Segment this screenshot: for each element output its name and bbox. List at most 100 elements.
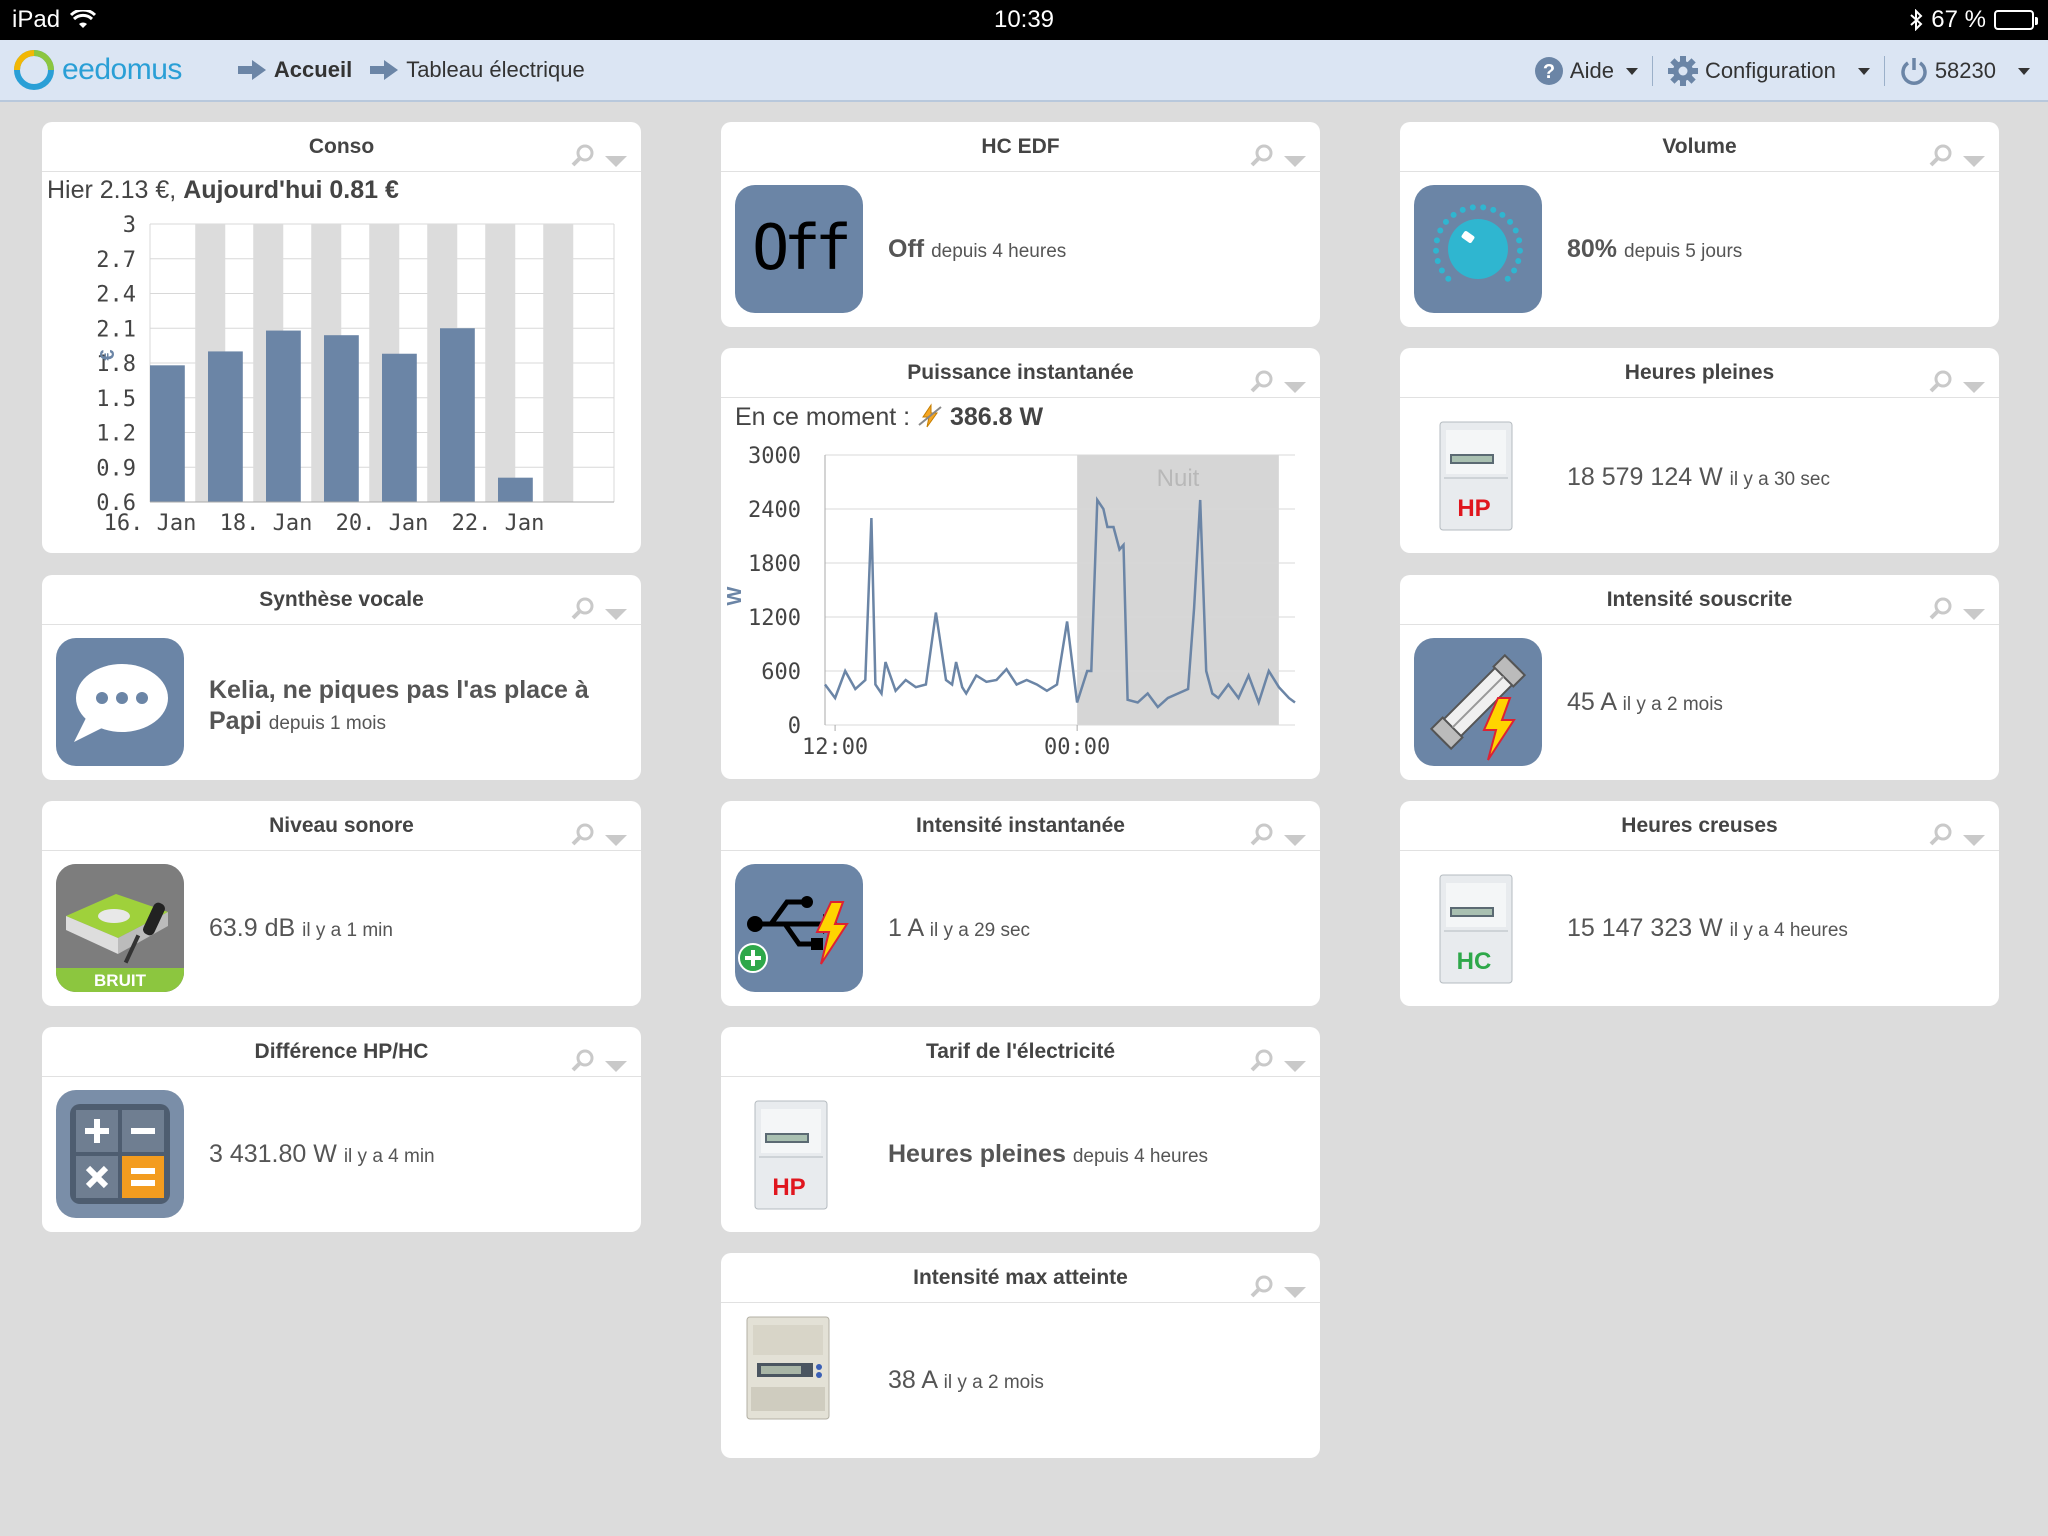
search-icon[interactable]	[1250, 136, 1274, 186]
card-tools	[1250, 1267, 1306, 1317]
x-tick-label: 00:00	[1044, 735, 1110, 760]
search-icon[interactable]	[1250, 1041, 1274, 1091]
chevron-down-icon[interactable]	[605, 155, 627, 167]
help-menu[interactable]: ? Aide	[1534, 56, 1638, 86]
breadcrumb-accueil[interactable]: Accueil	[237, 57, 353, 83]
conso-summary: Hier 2.13 €, Aujourd'hui 0.81 €	[47, 176, 399, 205]
chevron-down-icon[interactable]	[1963, 155, 1985, 167]
card-title-text: Volume	[1662, 135, 1737, 158]
niveau-value: 63.9 dB il y a 1 min	[209, 914, 393, 943]
eedomus-logo[interactable]: eedomus	[12, 48, 182, 92]
bar	[498, 477, 533, 502]
chevron-down-icon[interactable]	[1963, 381, 1985, 393]
card-title-text: Niveau sonore	[269, 814, 414, 837]
hp-badge: HP	[1457, 495, 1490, 522]
configuration-label: Configuration	[1704, 58, 1836, 83]
bar	[382, 353, 417, 502]
card-tools	[571, 589, 627, 639]
account-menu[interactable]: 58230	[1899, 56, 2030, 86]
bluetooth-icon	[1910, 9, 1923, 31]
hp-badge: HP	[772, 1174, 805, 1201]
y-tick-label: 600	[761, 660, 801, 685]
chevron-down-icon[interactable]	[605, 1060, 627, 1072]
y-tick-label: 2.4	[96, 283, 136, 308]
chevron-down-icon[interactable]	[1284, 1286, 1306, 1298]
night-label: Nuit	[1157, 465, 1200, 492]
puissance-line-chart: Nuit 3000 2400 1800 1200 600 012:00 00:00 W	[724, 444, 1296, 760]
card-synthese-vocale: Synthèse vocale Kelia, ne piques pas l'a…	[42, 575, 641, 780]
card-title-text: Heures pleines	[1624, 361, 1775, 384]
logo-ring-icon	[14, 50, 54, 90]
niveau-since: il y a 1 min	[302, 920, 393, 941]
card-title-text: Conso	[308, 135, 375, 158]
intmax-value-text: 38 A	[888, 1366, 937, 1394]
card-tools	[1929, 136, 1985, 186]
search-icon[interactable]	[1250, 362, 1274, 412]
search-icon[interactable]	[1929, 362, 1953, 412]
breadcrumb-tableau[interactable]: Tableau électrique	[370, 57, 585, 83]
chevron-down-icon[interactable]	[1284, 1060, 1306, 1072]
bar	[440, 328, 475, 502]
search-icon[interactable]	[1929, 136, 1953, 186]
search-icon[interactable]	[1929, 589, 1953, 639]
chevron-down-icon[interactable]	[1284, 155, 1306, 167]
search-icon[interactable]	[571, 589, 595, 639]
y-tick-label: 2.7	[96, 248, 136, 273]
card-title: HC EDF	[721, 122, 1320, 172]
chevron-down-icon[interactable]	[1284, 834, 1306, 846]
nav-right: ? Aide Configuration 58230	[1534, 40, 2030, 102]
hc-value-text: 15 147 323 W	[1567, 914, 1723, 942]
bar	[150, 365, 185, 502]
search-icon[interactable]	[1250, 1267, 1274, 1317]
hcedf-value: Off depuis 4 heures	[888, 235, 1066, 264]
help-icon: ?	[1534, 57, 1563, 85]
y-axis-label: W	[724, 586, 746, 605]
chevron-down-icon[interactable]	[1963, 834, 1985, 846]
volume-knob-tick	[1490, 206, 1497, 213]
hp-value-text: 18 579 124 W	[1567, 463, 1723, 491]
card-tools	[1250, 136, 1306, 186]
chevron-down-icon[interactable]	[605, 608, 627, 620]
power-icon	[1901, 58, 1927, 85]
arrow-right-icon	[370, 60, 399, 80]
search-icon[interactable]	[571, 136, 595, 186]
card-intensite-souscrite: Intensité souscrite 45 A il y a 2 mois	[1400, 575, 1999, 780]
volume-knob-tick	[1433, 237, 1440, 244]
volume-knob-tick	[1499, 211, 1506, 218]
puissance-prefix: En ce moment :	[735, 403, 911, 431]
chevron-down-icon[interactable]	[605, 834, 627, 846]
volume-knob-tick	[1480, 204, 1487, 211]
bar	[208, 351, 243, 502]
card-tools	[571, 136, 627, 186]
volume-since: depuis 5 jours	[1624, 241, 1743, 262]
volume-knob-tick	[1469, 204, 1476, 211]
nav-divider	[1651, 56, 1653, 86]
card-tools	[1250, 362, 1306, 412]
search-icon[interactable]	[571, 815, 595, 865]
configuration-menu[interactable]: Configuration	[1667, 55, 1870, 87]
conso-yesterday: Hier 2.13 €,	[47, 176, 177, 204]
tarif-since: depuis 4 heures	[1072, 1146, 1209, 1167]
intsous-value-text: 45 A	[1567, 688, 1616, 716]
card-title: Tarif de l'électricité	[721, 1027, 1320, 1077]
search-icon[interactable]	[1929, 815, 1953, 865]
top-navbar: eedomus Accueil Tableau électrique ? Aid…	[0, 40, 2048, 102]
y-axis-label: €	[97, 349, 119, 360]
card-niveau-sonore: Niveau sonore BRUIT 63.9 dB il y a 1 min	[42, 801, 641, 1006]
y-tick-label: 0.9	[96, 456, 136, 481]
card-title: Différence HP/HC	[42, 1027, 641, 1077]
chevron-down-icon[interactable]	[1284, 381, 1306, 393]
search-icon[interactable]	[1250, 815, 1274, 865]
card-title: Intensité instantanée	[721, 801, 1320, 851]
niveau-value-text: 63.9 dB	[209, 914, 296, 942]
card-tools	[571, 1041, 627, 1091]
synthese-text-line2: Papi	[209, 707, 262, 735]
chevron-down-icon[interactable]	[1963, 608, 1985, 620]
card-title: Heures creuses	[1400, 801, 1999, 851]
search-icon[interactable]	[571, 1041, 595, 1091]
card-hc-edf: HC EDF Off Off depuis 4 heures	[721, 122, 1320, 327]
status-right: 67 %	[1909, 6, 2038, 34]
card-intensite-max: Intensité max atteinte 38 A il y a 2 moi…	[721, 1253, 1320, 1458]
battery-percent: 67 %	[1931, 6, 1986, 33]
breadcrumb-accueil-label: Accueil	[273, 57, 353, 82]
